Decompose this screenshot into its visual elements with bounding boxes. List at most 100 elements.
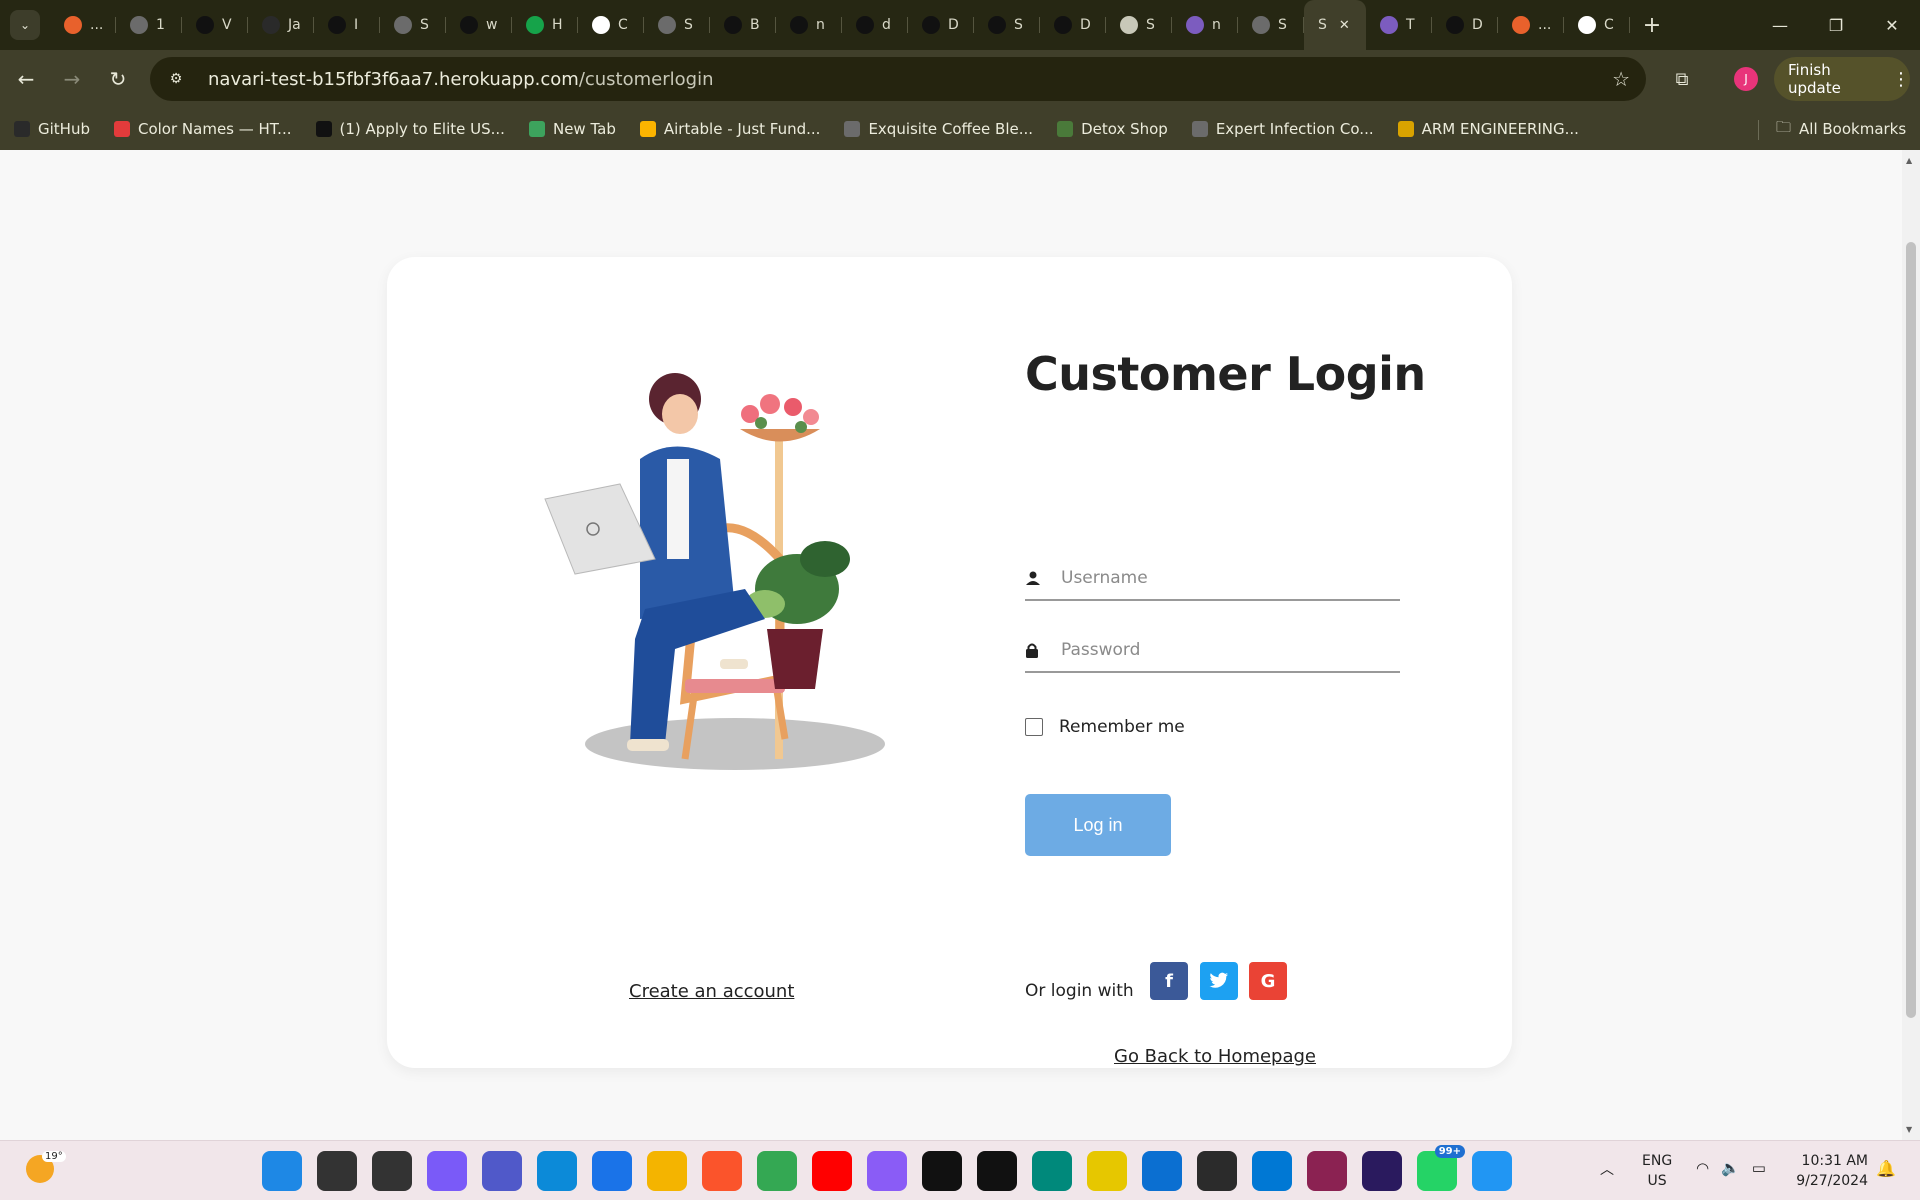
facebook-login-button[interactable]: f bbox=[1150, 962, 1188, 1000]
minimize-icon[interactable]: — bbox=[1752, 0, 1808, 50]
battery-icon[interactable]: ▭ bbox=[1752, 1159, 1766, 1177]
edge-icon[interactable] bbox=[537, 1151, 577, 1191]
notifications-icon[interactable]: 🔔 bbox=[1876, 1159, 1896, 1178]
bookmark-star-icon[interactable]: ☆ bbox=[1612, 67, 1630, 91]
bookmark-item[interactable]: Exquisite Coffee Ble... bbox=[844, 120, 1033, 138]
browser-tab[interactable]: D bbox=[1040, 0, 1106, 50]
bookmark-item[interactable]: Airtable - Just Fund... bbox=[639, 120, 820, 138]
restore-icon[interactable]: ❐ bbox=[1808, 0, 1864, 50]
quick-assist-icon[interactable] bbox=[1142, 1151, 1182, 1191]
password-input[interactable] bbox=[1061, 640, 1381, 660]
create-account-link[interactable]: Create an account bbox=[629, 981, 794, 1002]
page-scrollbar[interactable]: ▲ ▼ bbox=[1902, 150, 1920, 1140]
tick-app-icon[interactable] bbox=[922, 1151, 962, 1191]
scroll-up-icon[interactable]: ▲ bbox=[1906, 156, 1912, 165]
login-button[interactable]: Log in bbox=[1025, 794, 1171, 856]
browser-tab[interactable]: d bbox=[842, 0, 908, 50]
search-icon[interactable] bbox=[317, 1151, 357, 1191]
browser-tab[interactable]: S bbox=[1238, 0, 1304, 50]
bookmark-item[interactable]: New Tab bbox=[528, 120, 616, 138]
browser-tab[interactable]: w bbox=[446, 0, 512, 50]
winrar-icon[interactable] bbox=[1307, 1151, 1347, 1191]
url-text[interactable]: navari-test-b15fbf3f6aa7.herokuapp.com/c… bbox=[208, 69, 714, 90]
browser-tab[interactable]: S ✕ bbox=[1304, 0, 1366, 50]
browser-tab[interactable]: S bbox=[1106, 0, 1172, 50]
gear-icon bbox=[1120, 16, 1138, 34]
meet-icon[interactable] bbox=[1032, 1151, 1072, 1191]
site-info-icon[interactable]: ⚙ bbox=[164, 71, 188, 87]
new-tab-button[interactable]: + bbox=[1634, 7, 1670, 43]
copilot-icon[interactable] bbox=[427, 1151, 467, 1191]
browser-tab[interactable]: n bbox=[776, 0, 842, 50]
password-field[interactable] bbox=[1025, 629, 1400, 673]
remember-me-row[interactable]: Remember me bbox=[1025, 717, 1185, 737]
volume-muted-icon[interactable]: 🔈 bbox=[1721, 1159, 1740, 1177]
browser-tab[interactable]: D bbox=[908, 0, 974, 50]
bookmark-item[interactable]: GitHub bbox=[14, 120, 90, 138]
bookmark-item[interactable]: (1) Apply to Elite US... bbox=[315, 120, 505, 138]
app-purple-icon[interactable] bbox=[867, 1151, 907, 1191]
close-tab-icon[interactable]: ✕ bbox=[1339, 18, 1350, 33]
browser-tab[interactable]: S bbox=[974, 0, 1040, 50]
h-icon bbox=[1380, 16, 1398, 34]
tab-search-button[interactable]: ⌄ bbox=[10, 10, 40, 40]
bookmark-item[interactable]: Expert Infection Co... bbox=[1191, 120, 1374, 138]
store-icon[interactable] bbox=[592, 1151, 632, 1191]
browser-tab[interactable]: H bbox=[512, 0, 578, 50]
bookmark-label: ARM ENGINEERING... bbox=[1421, 120, 1579, 138]
terminal-icon[interactable] bbox=[1197, 1151, 1237, 1191]
chrome-icon[interactable] bbox=[757, 1151, 797, 1191]
clock[interactable]: 10:31 AM 9/27/2024 bbox=[1792, 1151, 1868, 1191]
google-login-button[interactable]: G bbox=[1249, 962, 1287, 1000]
premiere-icon[interactable] bbox=[1362, 1151, 1402, 1191]
language-indicator[interactable]: ENG US bbox=[1642, 1151, 1672, 1191]
browser-tab[interactable]: T bbox=[1366, 0, 1432, 50]
file-explorer-icon[interactable] bbox=[647, 1151, 687, 1191]
teams-icon[interactable] bbox=[482, 1151, 522, 1191]
browser-tab[interactable]: ... bbox=[1498, 0, 1564, 50]
brave-icon[interactable] bbox=[702, 1151, 742, 1191]
task-view-icon[interactable] bbox=[372, 1151, 412, 1191]
browser-tab[interactable]: S bbox=[644, 0, 710, 50]
forward-button[interactable]: → bbox=[52, 59, 92, 99]
browser-tab[interactable]: I bbox=[314, 0, 380, 50]
finish-update-button[interactable]: Finish update ⋮ bbox=[1774, 57, 1910, 101]
youtube-icon[interactable] bbox=[812, 1151, 852, 1191]
photos-icon[interactable] bbox=[1472, 1151, 1512, 1191]
browser-tab[interactable]: C bbox=[1564, 0, 1630, 50]
wifi-icon[interactable]: ◠ bbox=[1696, 1159, 1709, 1177]
back-button[interactable]: ← bbox=[6, 59, 46, 99]
system-tray[interactable]: ◠ 🔈 ▭ bbox=[1696, 1159, 1766, 1177]
bookmark-item[interactable]: Detox Shop bbox=[1057, 120, 1168, 138]
scroll-down-icon[interactable]: ▼ bbox=[1906, 1125, 1912, 1134]
sticky-notes-icon[interactable] bbox=[1087, 1151, 1127, 1191]
twitter-login-button[interactable] bbox=[1200, 962, 1238, 1000]
back-to-homepage-link[interactable]: Go Back to Homepage bbox=[1114, 1046, 1316, 1067]
whatsapp-icon[interactable]: 99+ bbox=[1417, 1145, 1465, 1191]
bookmark-item[interactable]: Color Names — HT... bbox=[113, 120, 292, 138]
browser-tab[interactable]: C bbox=[578, 0, 644, 50]
browser-tab[interactable]: D bbox=[1432, 0, 1498, 50]
close-window-icon[interactable]: ✕ bbox=[1864, 0, 1920, 50]
browser-tab[interactable]: B bbox=[710, 0, 776, 50]
browser-tab[interactable]: V bbox=[182, 0, 248, 50]
browser-tab[interactable]: 1 bbox=[116, 0, 182, 50]
profile-avatar[interactable]: J bbox=[1734, 67, 1758, 91]
browser-tab[interactable]: n bbox=[1172, 0, 1238, 50]
address-bar[interactable]: ⚙ navari-test-b15fbf3f6aa7.herokuapp.com… bbox=[150, 57, 1646, 101]
browser-tab[interactable]: Ja bbox=[248, 0, 314, 50]
username-field[interactable] bbox=[1025, 557, 1400, 601]
tray-overflow-icon[interactable]: ︿ bbox=[1600, 1159, 1614, 1179]
browser-tab[interactable]: ... bbox=[50, 0, 116, 50]
scrollbar-thumb[interactable] bbox=[1906, 242, 1916, 1018]
username-input[interactable] bbox=[1061, 568, 1381, 588]
windows-start-icon[interactable] bbox=[262, 1151, 302, 1191]
remember-me-checkbox[interactable] bbox=[1025, 718, 1043, 736]
all-bookmarks-button[interactable]: 🗀 All Bookmarks bbox=[1776, 108, 1906, 150]
bookmark-item[interactable]: ARM ENGINEERING... bbox=[1397, 120, 1579, 138]
github-desktop-icon[interactable] bbox=[977, 1151, 1017, 1191]
vscode-icon[interactable] bbox=[1252, 1151, 1292, 1191]
extensions-icon[interactable]: ⧉ bbox=[1662, 59, 1702, 99]
browser-tab[interactable]: S bbox=[380, 0, 446, 50]
reload-button[interactable]: ↻ bbox=[98, 59, 138, 99]
